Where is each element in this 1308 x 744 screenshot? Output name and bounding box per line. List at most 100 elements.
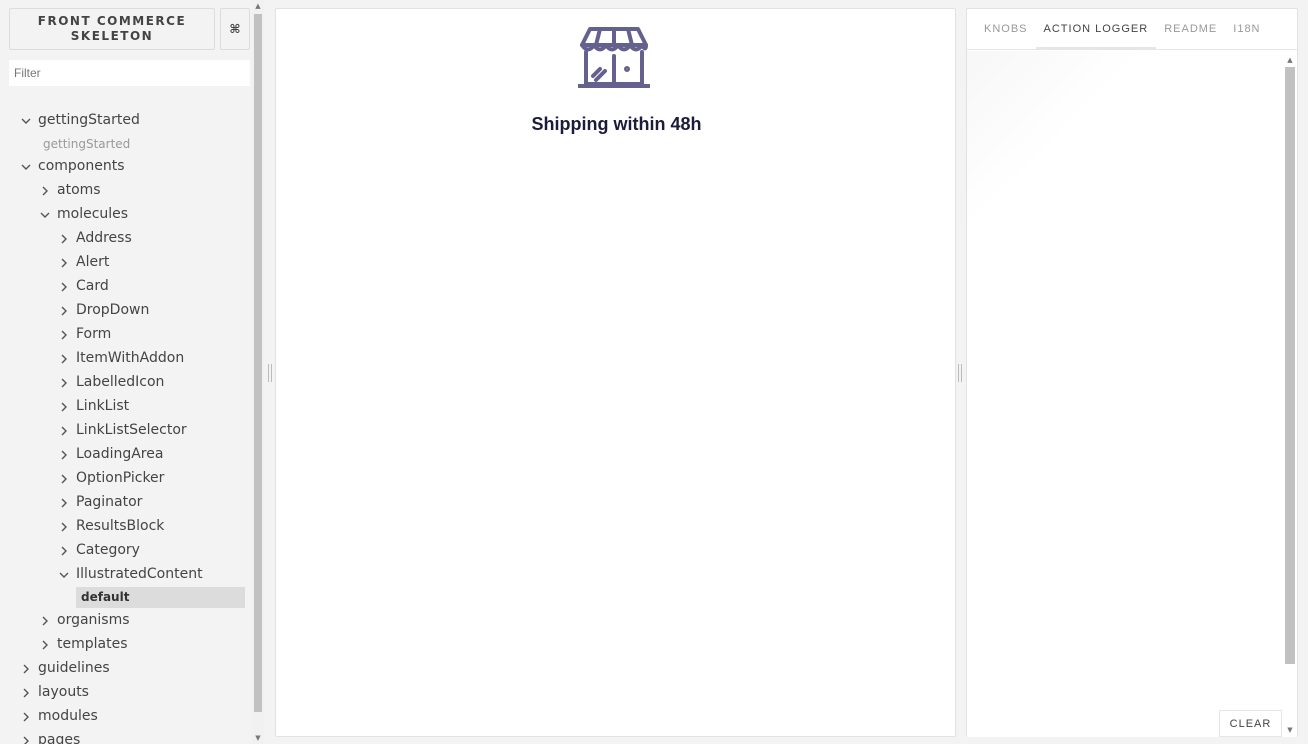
tree-item-label: OptionPicker (76, 470, 165, 486)
tree-item-label: Address (76, 230, 132, 246)
tree-story-item[interactable]: gettingStarted (0, 133, 250, 155)
tree-item-label: Category (76, 542, 140, 558)
tree-item[interactable]: layouts (0, 681, 250, 705)
tree-item-label: modules (38, 708, 98, 724)
sidebar-resize-handle[interactable] (268, 364, 272, 382)
filter-input[interactable] (9, 60, 250, 86)
tree-item-label: default (81, 590, 130, 604)
tree-story-item[interactable]: default (0, 587, 250, 609)
tree-item[interactable]: templates (0, 633, 250, 657)
chevron-right-icon[interactable] (20, 663, 32, 675)
chevron-right-icon[interactable] (58, 329, 70, 341)
brand-row: FRONT COMMERCE SKELETON ⌘ (9, 8, 250, 50)
tree-item-label: LabelledIcon (76, 374, 165, 390)
tree-item[interactable]: LabelledIcon (0, 371, 250, 395)
tree-item-label: Form (76, 326, 112, 342)
chevron-down-icon[interactable] (20, 115, 32, 127)
action-logger-area (967, 51, 1283, 737)
tree-item[interactable]: LoadingArea (0, 443, 250, 467)
tab-knobs[interactable]: KNOBS (976, 9, 1036, 50)
tree-item[interactable]: Paginator (0, 491, 250, 515)
chevron-right-icon[interactable] (58, 401, 70, 413)
shortcuts-button[interactable]: ⌘ (220, 8, 250, 50)
tree-item[interactable]: Card (0, 275, 250, 299)
tree-item-label: DropDown (76, 302, 150, 318)
tree-item-label: components (38, 158, 125, 174)
tree-item-label: LinkList (76, 398, 130, 414)
chevron-right-icon[interactable] (39, 615, 51, 627)
tree-item[interactable]: components (0, 155, 250, 179)
addons-panel: KNOBS ACTION LOGGER README I18N ▲ ▼ CLEAR (966, 8, 1298, 737)
chevron-right-icon[interactable] (58, 281, 70, 293)
chevron-right-icon[interactable] (58, 497, 70, 509)
tree-item-label: ResultsBlock (76, 518, 165, 534)
tree-item-label: atoms (57, 182, 101, 198)
tree-item-label: pages (38, 732, 81, 744)
clear-button[interactable]: CLEAR (1219, 710, 1282, 737)
tree-item[interactable]: ItemWithAddon (0, 347, 250, 371)
tree-item[interactable]: organisms (0, 609, 250, 633)
tab-readme[interactable]: README (1156, 9, 1225, 50)
addons-tabs: KNOBS ACTION LOGGER README I18N (967, 9, 1297, 50)
chevron-right-icon[interactable] (20, 735, 32, 744)
chevron-down-icon[interactable] (58, 569, 70, 581)
preview-title: Shipping within 48h (531, 114, 702, 134)
panel-scrollbar-thumb[interactable] (1285, 67, 1295, 664)
tree-item-label: Card (76, 278, 109, 294)
scroll-up-icon[interactable]: ▲ (254, 2, 262, 10)
tree-item[interactable]: DropDown (0, 299, 250, 323)
chevron-right-icon[interactable] (20, 687, 32, 699)
tree-item[interactable]: molecules (0, 203, 250, 227)
chevron-right-icon[interactable] (58, 425, 70, 437)
tree-item-label: templates (57, 636, 128, 652)
tree-item[interactable]: ResultsBlock (0, 515, 250, 539)
chevron-right-icon[interactable] (58, 545, 70, 557)
tree-item[interactable]: OptionPicker (0, 467, 250, 491)
tree-item-label: gettingStarted (38, 112, 140, 128)
tree-item-label: IllustratedContent (76, 566, 203, 582)
tree-item[interactable]: Category (0, 539, 250, 563)
chevron-right-icon[interactable] (39, 185, 51, 197)
tree-item[interactable]: guidelines (0, 657, 250, 681)
tree-item[interactable]: atoms (0, 179, 250, 203)
tree-item[interactable]: gettingStarted (0, 109, 250, 133)
shop-icon (578, 27, 650, 88)
chevron-right-icon[interactable] (58, 233, 70, 245)
sidebar-scrollbar-thumb[interactable] (254, 14, 262, 712)
chevron-right-icon[interactable] (39, 639, 51, 651)
panel-scroll-down-icon[interactable]: ▼ (1285, 726, 1295, 734)
tree-item[interactable]: modules (0, 705, 250, 729)
chevron-right-icon[interactable] (58, 449, 70, 461)
sidebar: FRONT COMMERCE SKELETON ⌘ gettingStarted… (0, 0, 252, 744)
chevron-right-icon[interactable] (58, 305, 70, 317)
tree-item-label: organisms (57, 612, 130, 628)
preview-frame: Shipping within 48h (275, 8, 956, 737)
chevron-down-icon[interactable] (39, 209, 51, 221)
tree-item[interactable]: Alert (0, 251, 250, 275)
tree-item-label: gettingStarted (43, 137, 131, 151)
tree-item[interactable]: LinkList (0, 395, 250, 419)
chevron-right-icon[interactable] (20, 711, 32, 723)
chevron-right-icon[interactable] (58, 521, 70, 533)
chevron-down-icon[interactable] (20, 161, 32, 173)
tree-item-label: Alert (76, 254, 110, 270)
tree-item[interactable]: Address (0, 227, 250, 251)
tab-action-logger[interactable]: ACTION LOGGER (1035, 9, 1157, 50)
tree-item[interactable]: pages (0, 729, 250, 744)
chevron-right-icon[interactable] (58, 257, 70, 269)
tree-item[interactable]: IllustratedContent (0, 563, 250, 587)
tree-item-label: layouts (38, 684, 89, 700)
chevron-right-icon[interactable] (58, 353, 70, 365)
brand-button[interactable]: FRONT COMMERCE SKELETON (9, 8, 215, 50)
tree-item[interactable]: Form (0, 323, 250, 347)
chevron-right-icon[interactable] (58, 377, 70, 389)
scroll-down-icon[interactable]: ▼ (254, 734, 262, 742)
tree-item-label: molecules (57, 206, 129, 222)
tree-item-label: Paginator (76, 494, 143, 510)
panel-resize-handle[interactable] (958, 364, 962, 382)
tab-i18n[interactable]: I18N (1225, 9, 1268, 50)
tree-item-label: LoadingArea (76, 446, 164, 462)
chevron-right-icon[interactable] (58, 473, 70, 485)
tree-item[interactable]: LinkListSelector (0, 419, 250, 443)
panel-scroll-up-icon[interactable]: ▲ (1285, 56, 1295, 64)
